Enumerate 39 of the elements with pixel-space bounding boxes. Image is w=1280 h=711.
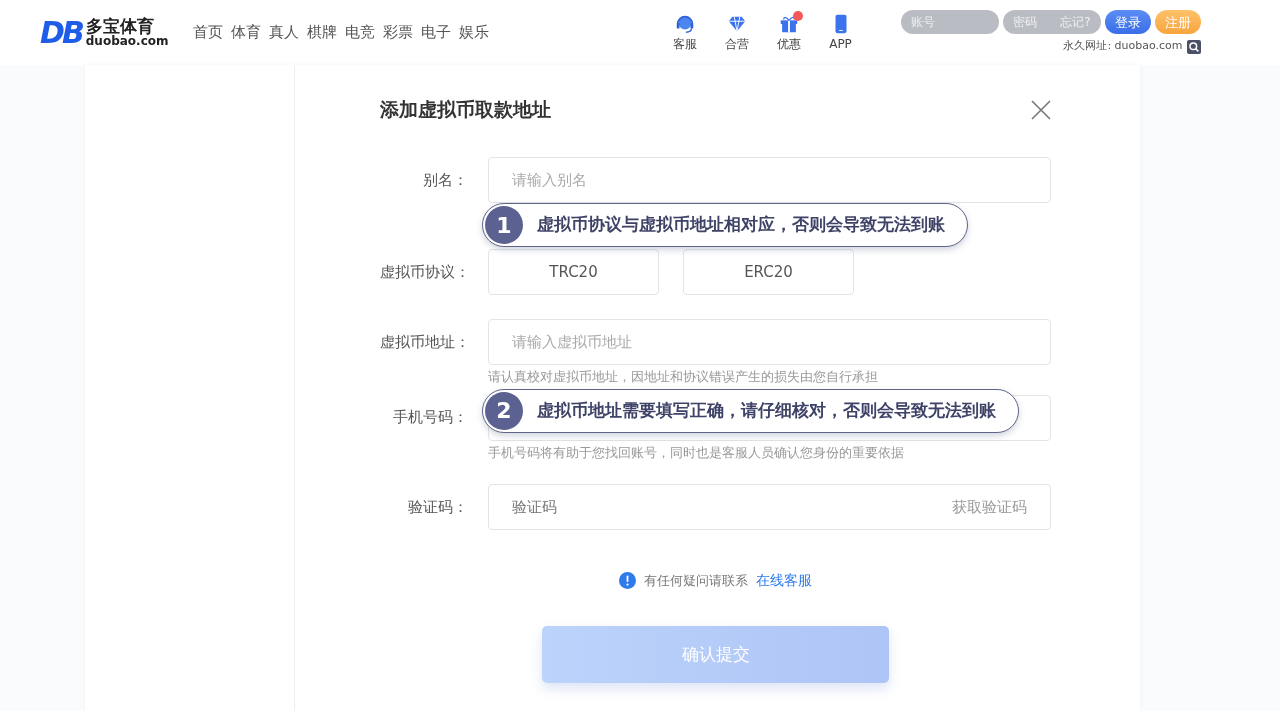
brand-domain: duobao.com [85,35,169,48]
permanent-url: 永久网址: duobao.com [1063,38,1183,55]
online-support-link[interactable]: 在线客服 [756,570,812,592]
search-icon[interactable] [1186,39,1201,54]
quick-link[interactable]: 合营 [718,12,755,53]
info-icon [619,572,636,590]
field-label: 手机号码： [392,407,468,429]
field-label: 虚拟币协议： [380,261,468,283]
nav-link[interactable]: 棋牌 [306,21,337,44]
step-number: 2 [485,391,523,430]
nav-link[interactable]: 真人 [268,21,299,44]
protocol-option[interactable]: TRC20 [488,249,659,295]
text-field[interactable]: 请输入别名 [488,157,1051,203]
step-number: 1 [485,206,523,244]
nav-link[interactable]: 电子 [420,21,451,44]
quick-link[interactable]: 客服 [666,12,703,53]
nav-link[interactable]: 体育 [230,21,261,44]
help-text: 有任何疑问请联系 [644,571,748,590]
nav-link[interactable]: 娱乐 [458,21,489,44]
text-field[interactable]: 请输入虚拟币地址 [488,319,1051,365]
close-icon[interactable] [1030,97,1052,119]
field-label: 验证码： [407,496,468,518]
nav-link[interactable]: 首页 [192,21,223,44]
brand-name: 多宝体育 [85,17,154,36]
login-button[interactable]: 登录 [1104,10,1151,35]
field-label: 别名： [422,169,468,191]
nav-link[interactable]: 电竞 [344,21,375,44]
field-label: 虚拟币地址： [380,331,468,353]
dialog-title: 添加虚拟币取款地址 [380,98,551,121]
logo-mark: DB [40,17,82,48]
hint-text: 手机号码将有助于您找回账号，同时也是客服人员确认您身份的重要依据 [488,444,905,461]
hint-text: 请认真校对虚拟币地址，因地址和协议错误产生的损失由您自行承担 [488,369,879,385]
quick-link[interactable]: APP [822,12,859,53]
quick-link[interactable]: 优惠 [770,12,807,53]
nav-link[interactable]: 彩票 [382,21,413,44]
callout-text: 虚拟币协议与虚拟币地址相对应，否则会导致无法到账 [537,213,945,237]
callout-text: 虚拟币地址需要填写正确，请仔细核对，否则会导致无法到账 [537,398,996,422]
protocol-option[interactable]: ERC20 [683,249,854,295]
submit-button: 确认提交 [542,626,889,684]
